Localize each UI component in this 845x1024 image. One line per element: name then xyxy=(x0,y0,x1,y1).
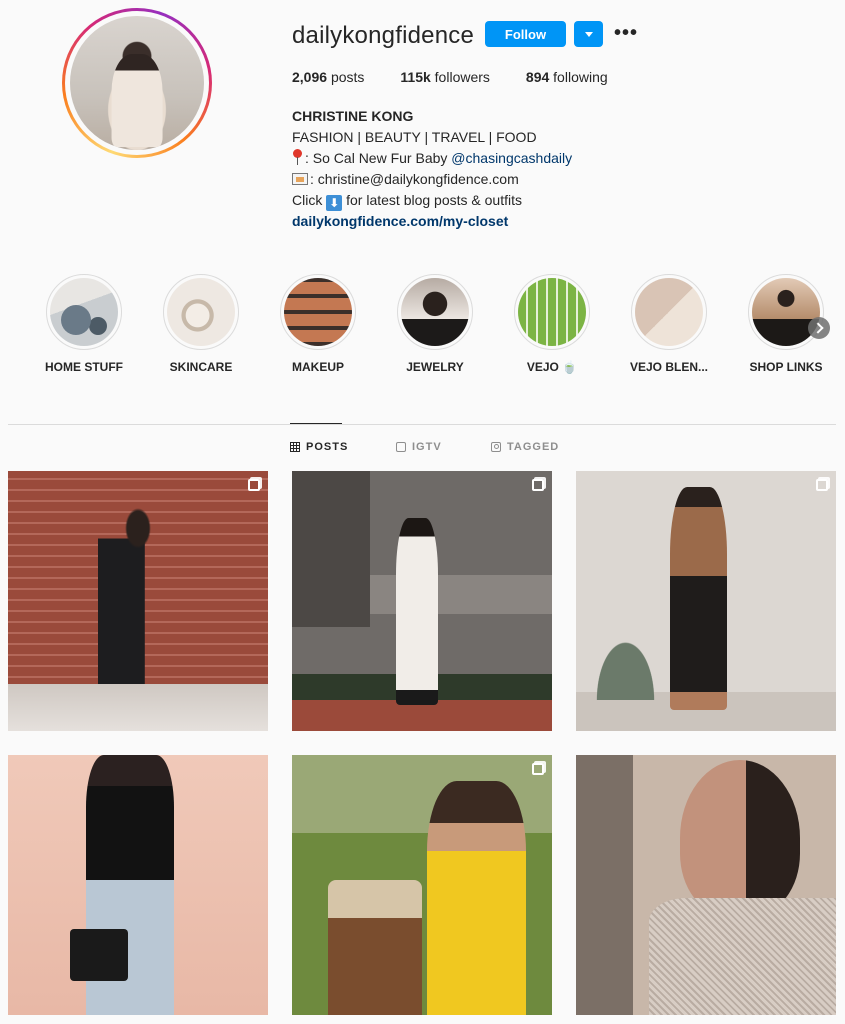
followers-label: followers xyxy=(434,69,490,85)
bio-email-text: : christine@dailykongfidence.com xyxy=(310,171,519,187)
tab-posts[interactable]: POSTS xyxy=(290,441,348,453)
posts-stat: 2,096 posts xyxy=(292,69,364,85)
chevron-down-icon xyxy=(585,32,593,37)
follow-button[interactable]: Follow xyxy=(485,21,566,47)
bio-line-email: : christine@dailykongfidence.com xyxy=(292,169,572,190)
followers-count: 115k xyxy=(400,69,431,85)
following-count: 894 xyxy=(525,69,550,85)
tabs-divider xyxy=(8,424,836,425)
bio-full-name: CHRISTINE KONG xyxy=(292,108,414,124)
highlight-makeup[interactable]: MAKEUP xyxy=(258,274,378,374)
highlight-ring xyxy=(280,274,356,350)
active-tab-indicator xyxy=(290,423,342,424)
highlight-cover xyxy=(518,278,586,346)
highlights-next-icon[interactable] xyxy=(808,317,830,339)
posts-count: 2,096 xyxy=(292,69,328,85)
carousel-icon xyxy=(532,479,544,491)
highlight-label: JEWELRY xyxy=(406,360,464,374)
post-image-detail xyxy=(70,929,128,982)
highlight-cover xyxy=(167,278,235,346)
carousel-icon xyxy=(248,479,260,491)
post-image-detail xyxy=(292,471,370,627)
highlight-home-stuff[interactable]: HOME STUFF xyxy=(24,274,144,374)
bio-line-cta: Click ⬇ for latest blog posts & outfits xyxy=(292,190,572,211)
bio-cta-pre: Click xyxy=(292,192,327,208)
post-image-detail xyxy=(8,684,268,731)
post-thumbnail[interactable] xyxy=(8,755,268,1015)
highlight-label: MAKEUP xyxy=(291,360,344,374)
highlight-cover xyxy=(401,278,469,346)
pin-icon xyxy=(292,149,303,165)
tagged-icon xyxy=(491,442,501,452)
grid-icon xyxy=(290,442,300,452)
avatar-figure xyxy=(111,53,163,148)
highlight-ring xyxy=(163,274,239,350)
highlight-jewelry[interactable]: JEWELRY xyxy=(375,274,495,374)
post-image-detail xyxy=(328,879,422,1015)
post-image-detail xyxy=(669,486,727,711)
carousel-icon xyxy=(816,479,828,491)
more-options-icon[interactable]: ••• xyxy=(614,23,640,44)
highlight-label: HOME STUFF xyxy=(45,360,123,374)
post-image-detail xyxy=(581,611,670,700)
highlight-label: SKINCARE xyxy=(169,360,233,374)
bio-mention-link[interactable]: @chasingcashdaily xyxy=(451,150,572,166)
tab-label: IGTV xyxy=(412,441,442,453)
highlight-cover xyxy=(50,278,118,346)
avatar-image xyxy=(70,16,204,150)
post-thumbnail[interactable] xyxy=(576,471,836,731)
down-arrow-icon: ⬇ xyxy=(326,195,343,211)
avatar-border xyxy=(65,11,209,155)
highlight-vejo[interactable]: VEJO 🍵 xyxy=(492,274,612,374)
post-thumbnail[interactable] xyxy=(8,471,268,731)
highlight-label: VEJO 🍵 xyxy=(526,360,578,374)
bio-location-text: : So Cal New Fur Baby xyxy=(305,150,452,166)
post-thumbnail[interactable] xyxy=(576,755,836,1015)
posts-label: posts xyxy=(330,69,365,85)
profile-username: dailykongfidence xyxy=(292,22,474,49)
highlight-ring xyxy=(514,274,590,350)
tab-label: TAGGED xyxy=(507,441,560,453)
tab-label: POSTS xyxy=(306,441,349,453)
following-stat[interactable]: 894 following xyxy=(526,69,608,85)
highlight-cover xyxy=(284,278,352,346)
following-label: following xyxy=(553,69,608,85)
suggested-accounts-button[interactable] xyxy=(574,21,603,47)
highlight-cover xyxy=(752,278,820,346)
profile-stats: 2,096 posts 115k followers 894 following xyxy=(292,69,644,85)
bio-line-categories: FASHION | BEAUTY | TRAVEL | FOOD xyxy=(292,129,537,145)
followers-stat[interactable]: 115k followers xyxy=(400,69,490,85)
profile-avatar[interactable] xyxy=(62,8,212,158)
highlight-skincare[interactable]: SKINCARE xyxy=(141,274,261,374)
post-image-detail xyxy=(648,898,836,1015)
highlight-cover xyxy=(635,278,703,346)
highlight-ring xyxy=(397,274,473,350)
highlight-label: SHOP LINKS xyxy=(749,360,823,374)
carousel-icon xyxy=(532,763,544,775)
bio-website-link[interactable]: dailykongfidence.com/my-closet xyxy=(292,211,572,232)
highlight-label: VEJO BLEN... xyxy=(629,360,709,374)
tab-igtv[interactable]: IGTV xyxy=(396,441,442,453)
tab-tagged[interactable]: TAGGED xyxy=(491,441,559,453)
highlight-ring xyxy=(631,274,707,350)
story-highlights: HOME STUFF SKINCARE MAKEUP JEWELRY VEJO … xyxy=(20,274,830,384)
highlight-vejo-blends[interactable]: VEJO BLEN... xyxy=(609,274,729,374)
post-image-detail xyxy=(427,781,526,1015)
highlight-ring xyxy=(748,274,824,350)
envelope-icon xyxy=(292,173,308,185)
bio-cta-post: for latest blog posts & outfits xyxy=(342,192,522,208)
post-thumbnail[interactable] xyxy=(292,471,552,731)
post-thumbnail[interactable] xyxy=(292,755,552,1015)
post-image-detail xyxy=(396,517,438,705)
highlight-ring xyxy=(46,274,122,350)
profile-bio: CHRISTINE KONG FASHION | BEAUTY | TRAVEL… xyxy=(292,106,572,232)
igtv-icon xyxy=(396,442,406,452)
post-image-detail xyxy=(680,760,800,917)
bio-line-location: : So Cal New Fur Baby @chasingcashdaily xyxy=(292,148,572,169)
